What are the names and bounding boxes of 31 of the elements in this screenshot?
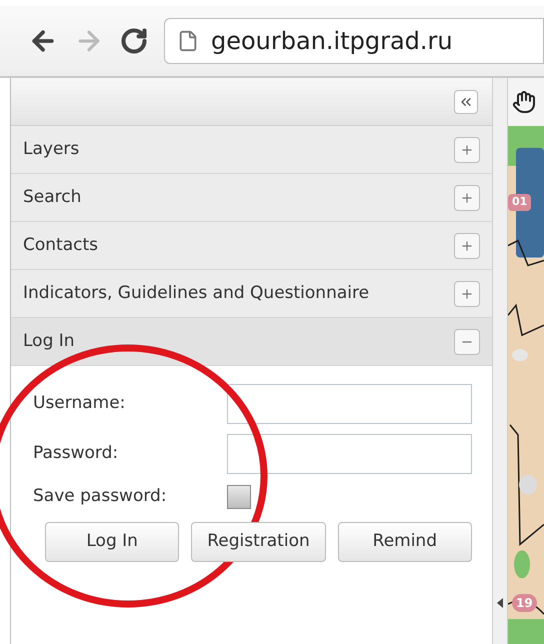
reload-icon[interactable] <box>120 27 148 55</box>
accordion-header[interactable]: Search <box>11 174 492 222</box>
collapse-button[interactable] <box>454 90 478 114</box>
accordion-header[interactable]: Log In <box>11 318 492 366</box>
accordion-header[interactable]: Indicators, Guidelines and Questionnaire <box>11 270 492 318</box>
hand-icon[interactable] <box>512 90 536 114</box>
input-field[interactable] <box>227 384 472 424</box>
url-text: geourban.itpgrad.ru <box>211 26 453 57</box>
plus-icon <box>454 136 480 162</box>
minus-icon <box>454 328 480 354</box>
form-button[interactable]: Remind <box>338 522 472 562</box>
input-field[interactable] <box>227 434 472 474</box>
section-title: Layers <box>23 138 80 161</box>
plus-icon <box>454 232 480 258</box>
form-button[interactable]: Registration <box>191 522 326 562</box>
section-title: Indicators, Guidelines and Questionnaire <box>23 282 370 305</box>
section-title: Log In <box>23 330 75 353</box>
plus-icon <box>454 280 480 306</box>
field-label: Password: <box>33 442 120 466</box>
field-label: Username: <box>33 392 126 416</box>
section-title: Contacts <box>23 234 98 257</box>
section-title: Search <box>23 186 82 209</box>
accordion-header[interactable]: Contacts <box>11 222 492 270</box>
address-bar[interactable]: geourban.itpgrad.ru <box>164 18 544 64</box>
checkbox[interactable] <box>227 484 251 509</box>
road-number-badge: 01 <box>508 194 532 210</box>
plus-icon <box>454 184 480 210</box>
field-label: Save password: <box>33 485 168 508</box>
page-icon <box>177 30 199 52</box>
form-button[interactable]: Log In <box>45 522 180 562</box>
accordion-header[interactable]: Layers <box>11 126 492 174</box>
